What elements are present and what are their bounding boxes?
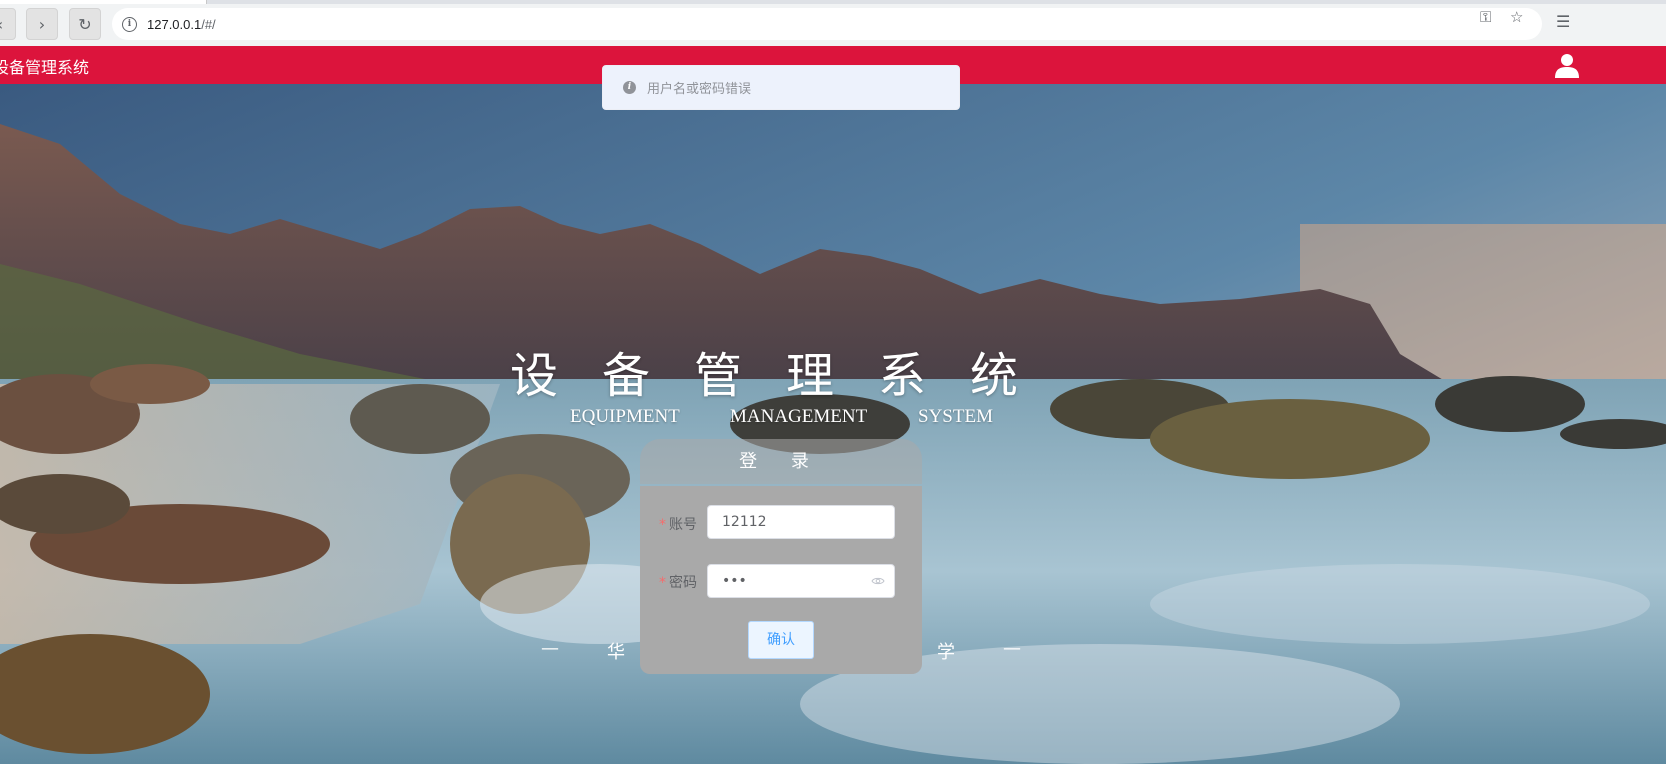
forward-button[interactable]: › bbox=[26, 8, 58, 40]
menu-icon[interactable]: ☰ bbox=[1556, 12, 1570, 31]
address-bar[interactable]: i 127.0.0.1/#/ bbox=[112, 8, 1542, 40]
reload-icon: ↻ bbox=[78, 14, 92, 34]
required-mark: * bbox=[659, 517, 666, 533]
password-label: * 密码 bbox=[659, 575, 697, 591]
account-input[interactable]: 12112 bbox=[707, 505, 895, 539]
reload-button[interactable]: ↻ bbox=[69, 8, 101, 40]
bookmark-star-icon[interactable]: ☆ bbox=[1510, 8, 1523, 26]
key-icon[interactable]: ⚿ bbox=[1480, 8, 1491, 26]
show-password-eye-icon[interactable] bbox=[871, 576, 885, 586]
error-message-text: 用户名或密码错误 bbox=[647, 82, 752, 97]
user-icon[interactable] bbox=[1554, 52, 1580, 78]
hero-subtitle-management: MANAGEMENT bbox=[730, 406, 868, 427]
footer-char: 学 bbox=[937, 642, 955, 663]
url-text: 127.0.0.1/#/ bbox=[147, 17, 216, 32]
active-tab[interactable] bbox=[0, 0, 207, 4]
hero-subtitle-system: SYSTEM bbox=[918, 406, 993, 427]
url-host: 127.0.0.1 bbox=[147, 16, 202, 32]
password-input[interactable]: ••• bbox=[707, 564, 895, 598]
browser-toolbar: ‹ › ↻ i 127.0.0.1/#/ ⚿ ☆ ☰ bbox=[0, 0, 1666, 47]
footer-dash-right: — bbox=[1003, 638, 1021, 659]
footer-char: 华 bbox=[607, 642, 625, 663]
back-arrow-icon: ‹ bbox=[0, 15, 3, 34]
app-title: 设备管理系统 bbox=[0, 58, 90, 77]
login-heading: 登 录 bbox=[640, 439, 922, 484]
back-button[interactable]: ‹ bbox=[0, 8, 16, 40]
url-path: /#/ bbox=[201, 16, 216, 32]
footer-dash-left: — bbox=[541, 638, 559, 659]
required-mark: * bbox=[659, 575, 666, 591]
account-label: * 账号 bbox=[659, 517, 697, 533]
hero-subtitle-equipment: EQUIPMENT bbox=[570, 406, 680, 427]
hero-title: 设备管理系统 bbox=[510, 348, 1063, 404]
info-icon: i bbox=[623, 81, 636, 94]
site-info-icon[interactable]: i bbox=[122, 16, 137, 32]
error-message: i 用户名或密码错误 bbox=[602, 65, 960, 110]
confirm-button[interactable]: 确认 bbox=[748, 621, 814, 659]
forward-arrow-icon: › bbox=[38, 14, 46, 34]
tab-strip bbox=[0, 0, 1666, 4]
